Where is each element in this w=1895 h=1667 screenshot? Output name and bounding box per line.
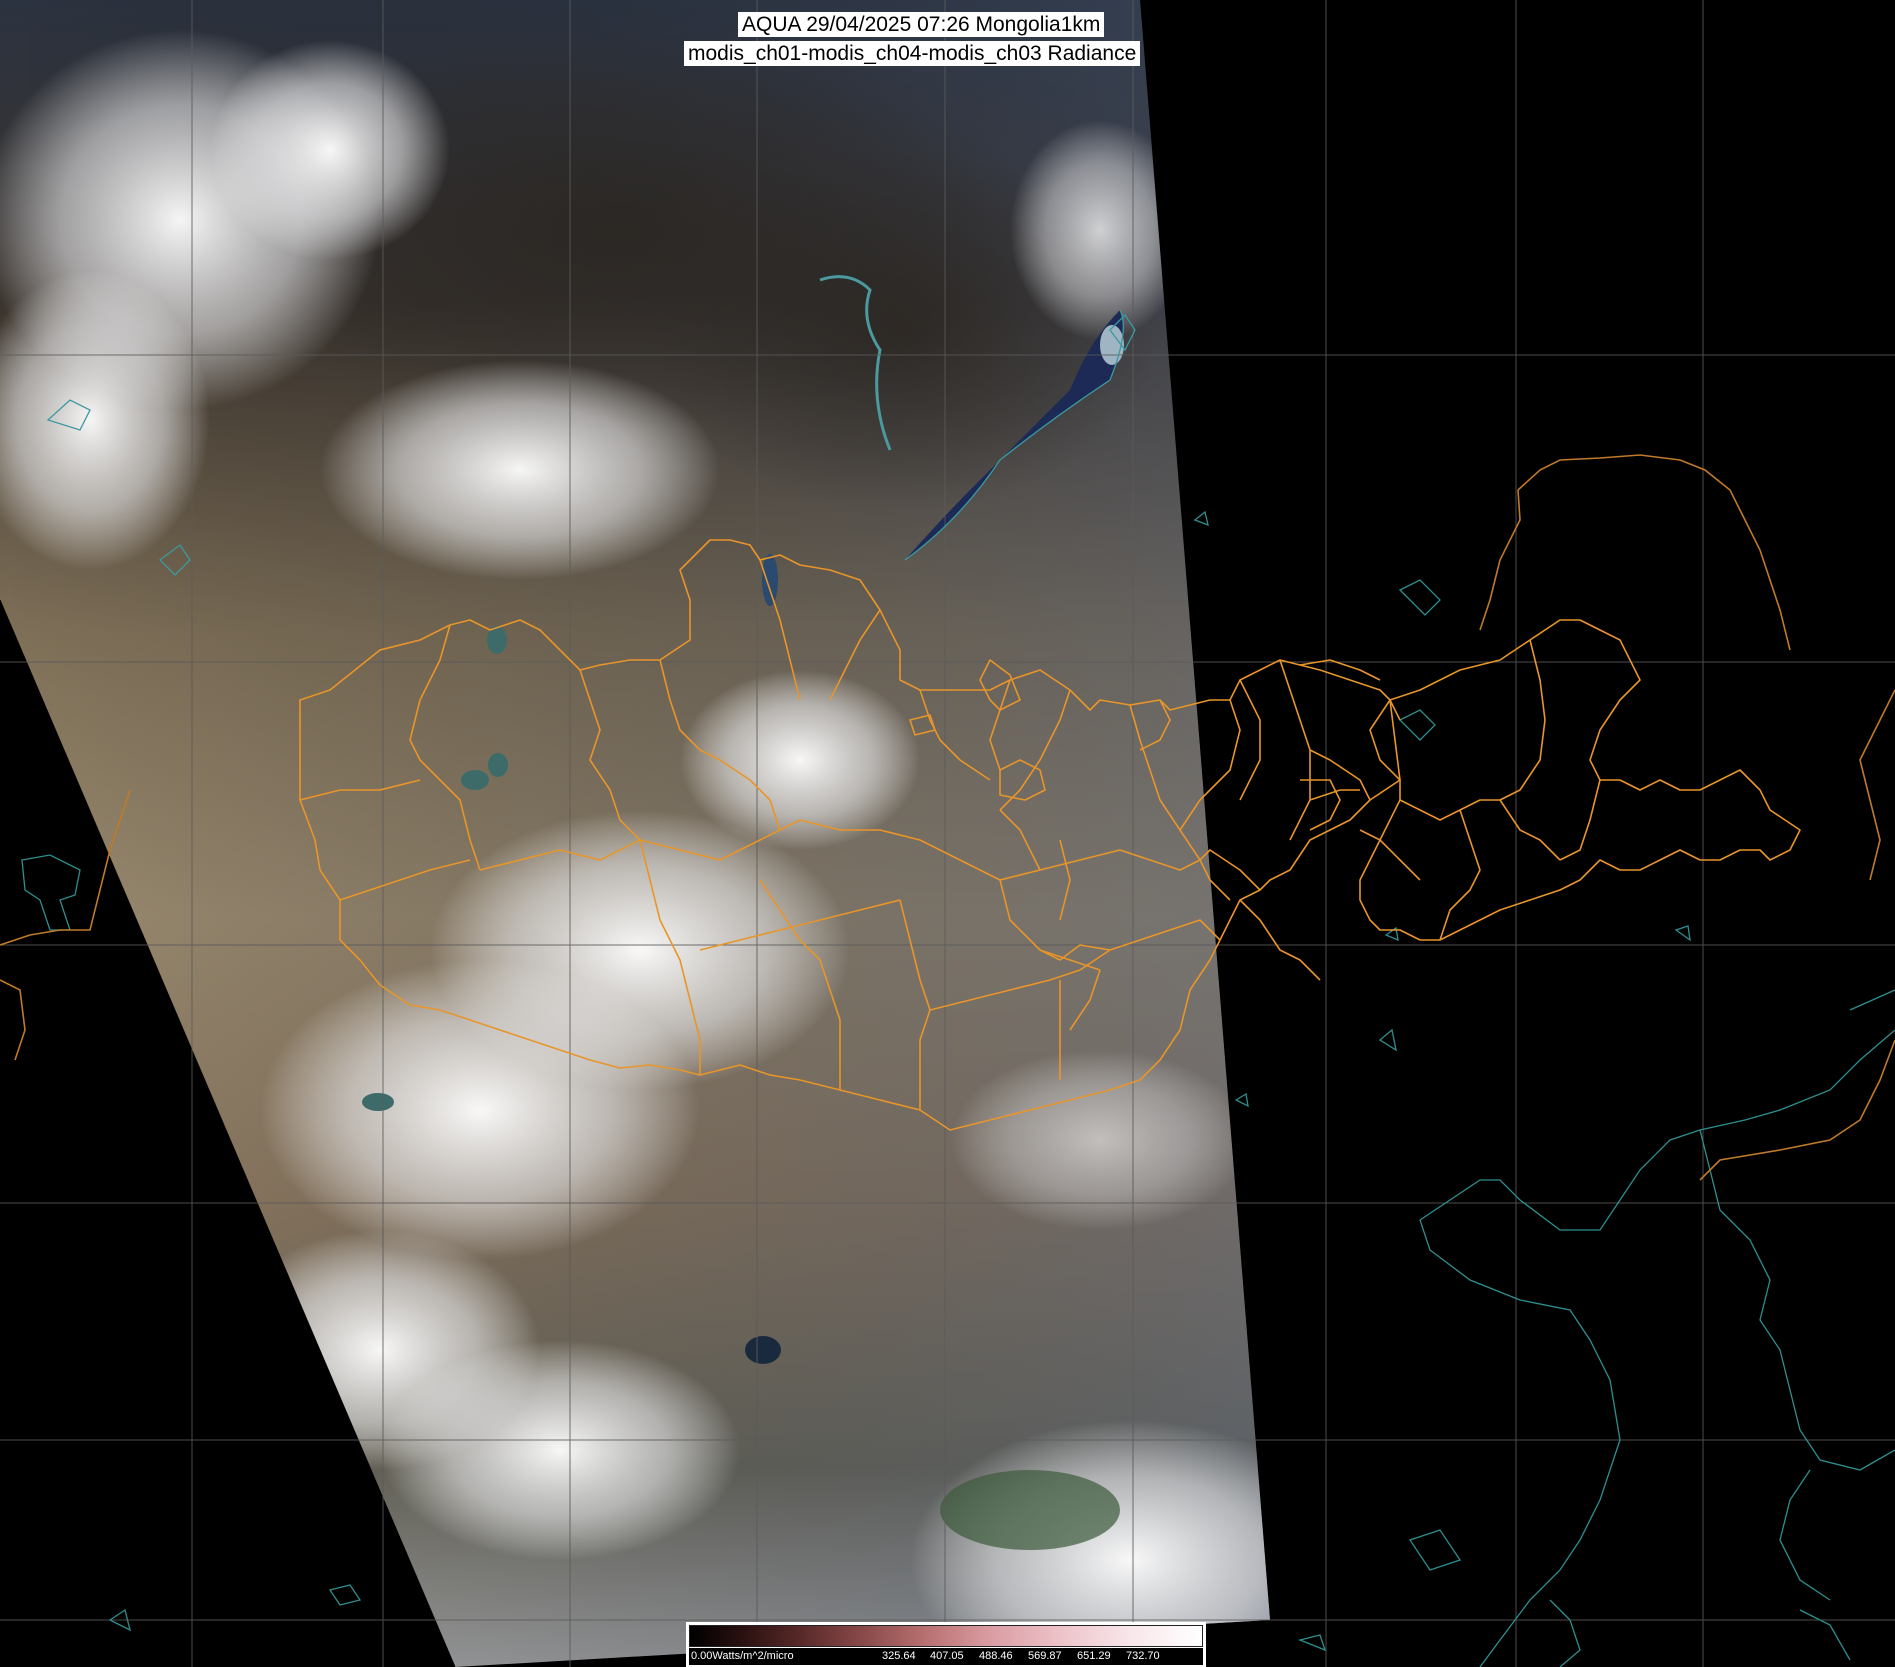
colorbar-min-label: 0.00Watts/m^2/micro <box>691 1650 794 1662</box>
colorbar-tick: 488.46 <box>979 1650 1013 1662</box>
satellite-map-view: AQUA 29/04/2025 07:26 Mongolia1km modis_… <box>0 0 1895 1667</box>
map-canvas <box>0 0 1895 1667</box>
colorbar-tick: 569.87 <box>1028 1650 1062 1662</box>
colorbar-tick: 407.05 <box>930 1650 964 1662</box>
satellite-swath <box>0 0 1270 1667</box>
map-subtitle: modis_ch01-modis_ch04-modis_ch03 Radianc… <box>684 41 1141 66</box>
radiance-colorbar: 0.00Watts/m^2/micro 325.64 407.05 488.46… <box>686 1622 1206 1667</box>
colorbar-tick: 651.29 <box>1077 1650 1111 1662</box>
colorbar-labels: 0.00Watts/m^2/micro 325.64 407.05 488.46… <box>689 1648 1203 1665</box>
east-province-borders <box>1359 619 1801 941</box>
colorbar-tick: 325.64 <box>882 1650 916 1662</box>
colorbar-tick: 732.70 <box>1126 1650 1160 1662</box>
map-title: AQUA 29/04/2025 07:26 Mongolia1km <box>738 12 1105 37</box>
colorbar-gradient <box>689 1625 1203 1647</box>
